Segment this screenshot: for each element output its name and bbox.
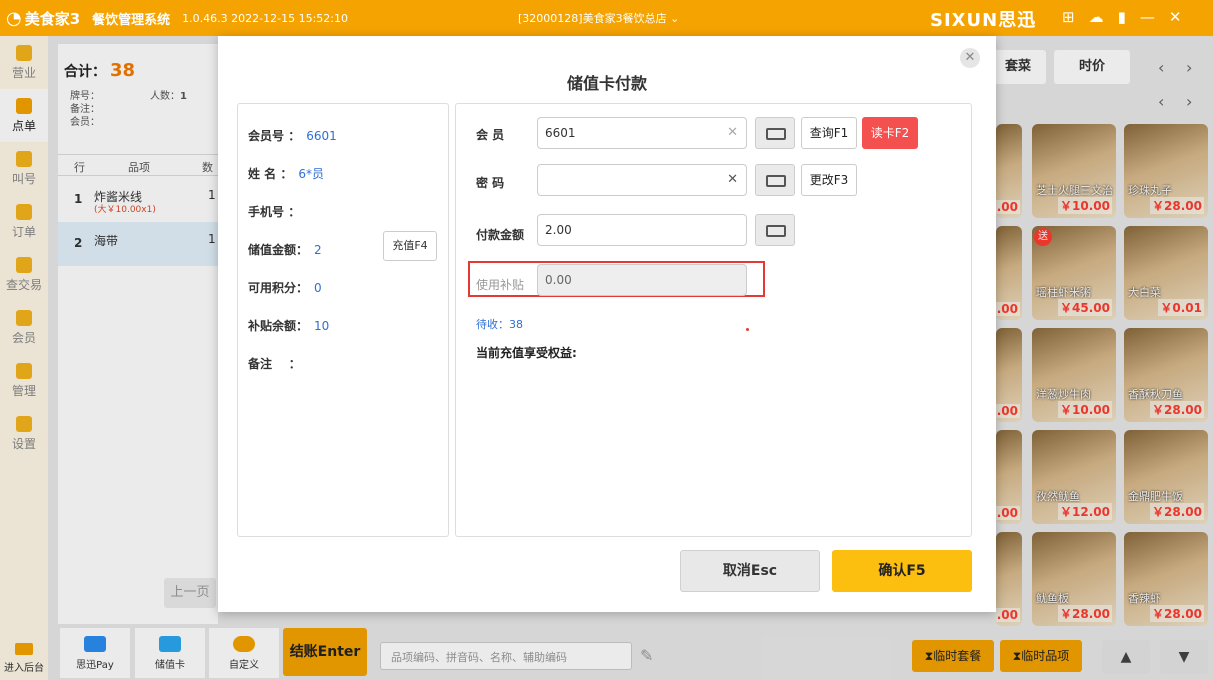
query-button[interactable]: 查询F1 [801,117,857,149]
cancel-button[interactable]: 取消Esc [680,550,820,592]
member-input[interactable]: 6601 ✕ [537,117,747,149]
app-logo: ◔ 美食家3 [6,8,80,29]
change-password-button[interactable]: 更改F3 [801,164,857,196]
member-no-value: 6601 [306,129,337,143]
points-value: 0 [314,281,322,295]
subsidy-input[interactable]: 0.00 [537,264,747,296]
remark-label: 备注 [248,357,273,371]
system-name: 餐饮管理系统 [92,12,171,28]
member-no-label: 会员号 [248,129,285,143]
phone-row: 手机号 ： [248,205,301,219]
keyboard-icon [766,128,786,140]
amount-input[interactable]: 2.00 [537,214,747,246]
chevron-down-icon: ⌄ [670,12,680,25]
subsidy-balance-label: 补贴余额： [248,319,309,333]
amount-input-value: 2.00 [545,223,572,237]
keyboard-button[interactable] [755,117,795,149]
clear-icon[interactable]: ✕ [727,172,738,187]
cloud-icon[interactable]: ☁ [1089,8,1104,26]
phone-label: 手机号 [248,205,285,219]
member-field-label: 会 员 [476,128,505,142]
store-selector[interactable]: [32000128]美食家3餐饮总店 ⌄ [518,10,679,26]
close-icon[interactable]: ✕ [1169,8,1182,26]
marker-dot [746,328,749,331]
name-value: 6*员 [298,167,325,181]
member-no-row: 会员号 ： 6601 [248,129,337,143]
member-name-row: 姓 名 ： 6*员 [248,167,325,181]
remark-row: 备注 ： [248,357,301,371]
store-name: [32000128]美食家3餐饮总店 [518,12,667,25]
subsidy-input-value: 0.00 [545,273,572,287]
payment-form: 会 员 6601 ✕ 查询F1 读卡F2 密 码 ✕ 更改F3 付款金额 2.00… [455,103,972,537]
confirm-button[interactable]: 确认F5 [832,550,972,592]
balance-row: 储值金额： 2 [248,241,322,258]
password-field-label: 密 码 [476,176,505,190]
subsidy-balance-row: 补贴余额： 10 [248,317,329,334]
app-name: 美食家3 [24,9,81,28]
version-info: 1.0.46.3 2022-12-15 15:52:10 [182,11,348,25]
recharge-button[interactable]: 充值F4 [383,231,437,261]
read-card-button[interactable]: 读卡F2 [862,117,918,149]
points-label: 可用积分： [248,281,309,295]
name-label: 姓 名 [248,167,277,181]
brand-logo: SIXUN思迅 [930,10,1037,31]
balance-label: 储值金额： [248,243,309,257]
keyboard-button[interactable] [755,164,795,196]
benefit-heading: 当前充值享受权益: [476,346,577,360]
signal-icon: ▮ [1117,8,1126,26]
subsidy-field-label: 使用补贴 [476,278,525,292]
keyboard-button[interactable] [755,214,795,246]
pending-amount: 待收：38 [476,318,523,331]
clear-icon[interactable]: ✕ [727,125,738,140]
member-info-panel: 会员号 ： 6601 姓 名 ： 6*员 手机号 ： 储值金额： 2 充值F4 可用积… [237,103,449,537]
balance-value: 2 [314,243,322,257]
app-logo-icon: ◔ [6,7,22,29]
keyboard-icon [766,225,786,237]
keyboard-icon [766,175,786,187]
grid-icon[interactable]: ⊞ [1062,8,1075,26]
close-icon[interactable]: ✕ [960,48,980,68]
stored-card-payment-dialog: ✕ 储值卡付款 会员号 ： 6601 姓 名 ： 6*员 手机号 ： 储值金额： 2 … [218,36,996,612]
window-controls: ⊞ ☁ ▮ — ✕ [1062,8,1181,26]
amount-field-label: 付款金额 [476,228,525,242]
dialog-title: 储值卡付款 [566,74,647,93]
password-input[interactable]: ✕ [537,164,747,196]
subsidy-balance-value: 10 [314,319,330,333]
points-row: 可用积分： 0 [248,279,322,296]
title-bar: ◔ 美食家3 餐饮管理系统 1.0.46.3 2022-12-15 15:52:… [0,0,1213,36]
member-input-value: 6601 [545,126,576,140]
minimize-icon[interactable]: — [1140,8,1155,26]
